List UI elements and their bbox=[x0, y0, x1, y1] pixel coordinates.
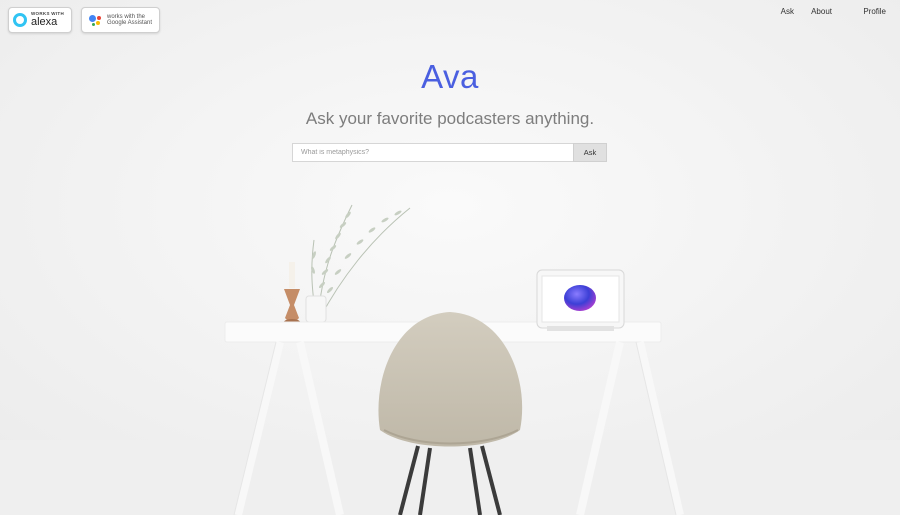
google-assistant-badge[interactable]: works with the Google Assistant bbox=[81, 7, 160, 33]
alexa-icon bbox=[13, 13, 27, 27]
nav-ask-link[interactable]: Ask bbox=[781, 7, 794, 16]
app-tagline: Ask your favorite podcasters anything. bbox=[305, 109, 595, 128]
alexa-badge-text: WORKS WITH alexa bbox=[31, 11, 64, 29]
nav-about-link[interactable]: About bbox=[811, 7, 832, 16]
top-nav: Ask About Profile bbox=[766, 7, 886, 19]
alexa-badge-big: alexa bbox=[31, 16, 58, 29]
google-assistant-icon bbox=[89, 13, 103, 27]
question-search-input[interactable] bbox=[292, 143, 573, 162]
smart-display-device bbox=[536, 269, 625, 331]
google-badge-text: works with the Google Assistant bbox=[107, 14, 152, 27]
nav-profile-link[interactable]: Profile bbox=[863, 7, 886, 16]
google-badge-line2: Google Assistant bbox=[107, 20, 153, 26]
works-with-alexa-badge[interactable]: WORKS WITH alexa bbox=[8, 7, 72, 33]
app-title: Ava bbox=[421, 58, 479, 95]
ask-button[interactable]: Ask bbox=[573, 143, 607, 162]
